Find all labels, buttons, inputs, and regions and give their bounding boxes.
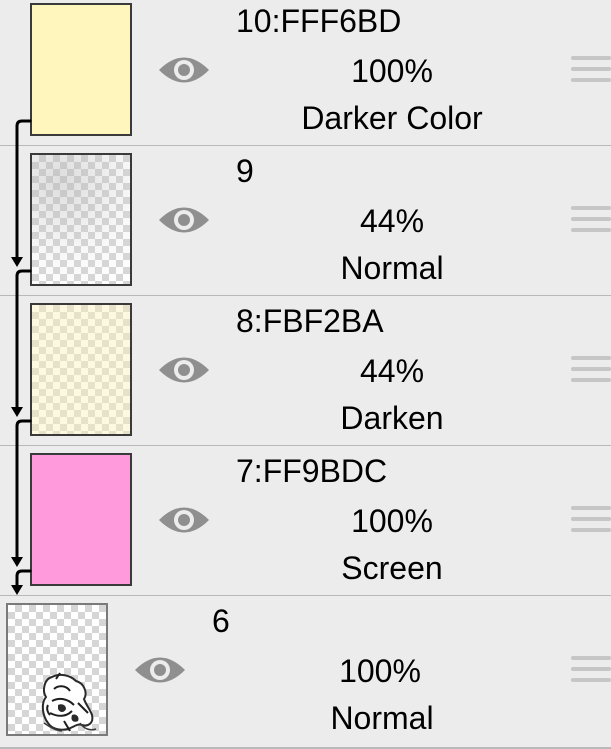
layer-blend-mode[interactable]: Darker Color (262, 100, 522, 136)
layer-blend-mode[interactable]: Screen (262, 550, 522, 586)
layer-name: 7:FF9BDC (236, 453, 388, 489)
layer-row[interactable]: 7:FF9BDC 100% Screen (0, 446, 611, 596)
layer-opacity: 100% (351, 503, 433, 539)
layer-opacity: 44% (359, 203, 425, 239)
layer-thumbnail[interactable] (6, 603, 108, 736)
layer-blend-mode[interactable]: Normal (262, 250, 522, 286)
layer-name: 9 (236, 153, 254, 189)
layer-name: 8:FBF2BA (236, 303, 384, 339)
eye-icon[interactable] (157, 353, 211, 387)
drag-handle-icon[interactable] (571, 356, 611, 386)
layer-list: 10:FFF6BD 100% Darker Color 9 44% Normal… (0, 0, 611, 749)
layer-opacity: 44% (359, 353, 425, 389)
layer-blend-mode[interactable]: Darken (262, 400, 522, 436)
eye-icon[interactable] (133, 653, 187, 687)
layer-row[interactable]: 9 44% Normal (0, 146, 611, 296)
layer-thumbnail[interactable] (30, 3, 132, 136)
drag-handle-icon[interactable] (571, 56, 611, 86)
eye-icon[interactable] (157, 503, 211, 537)
layer-opacity: 100% (351, 53, 433, 89)
layer-thumbnail[interactable] (30, 453, 132, 586)
layer-thumbnail[interactable] (30, 153, 132, 286)
drag-handle-icon[interactable] (571, 656, 611, 686)
layer-opacity: 100% (339, 653, 421, 689)
layer-name: 10:FFF6BD (236, 3, 402, 39)
layer-name: 6 (212, 603, 230, 639)
layer-row[interactable]: 6 100% Normal (0, 596, 611, 749)
eye-icon[interactable] (157, 53, 211, 87)
layer-blend-mode[interactable]: Normal (252, 700, 512, 736)
drag-handle-icon[interactable] (571, 506, 611, 536)
artwork-sketch-image (41, 672, 97, 732)
layer-row[interactable]: 8:FBF2BA 44% Darken (0, 296, 611, 446)
drag-handle-icon[interactable] (571, 206, 611, 236)
layer-row[interactable]: 10:FFF6BD 100% Darker Color (0, 0, 611, 146)
eye-icon[interactable] (157, 203, 211, 237)
layer-thumbnail[interactable] (30, 303, 132, 436)
